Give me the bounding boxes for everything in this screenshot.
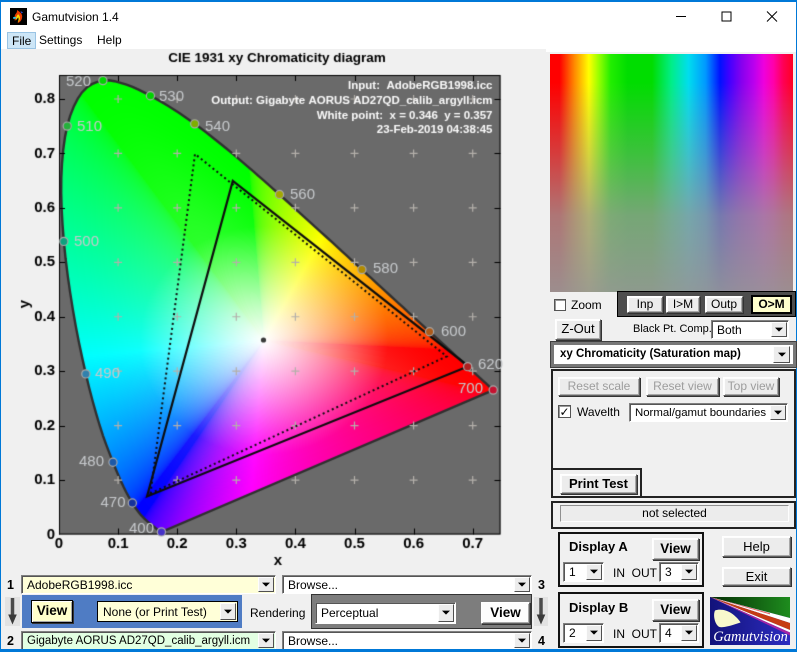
svg-text:Gamutvision: Gamutvision [713, 629, 788, 645]
